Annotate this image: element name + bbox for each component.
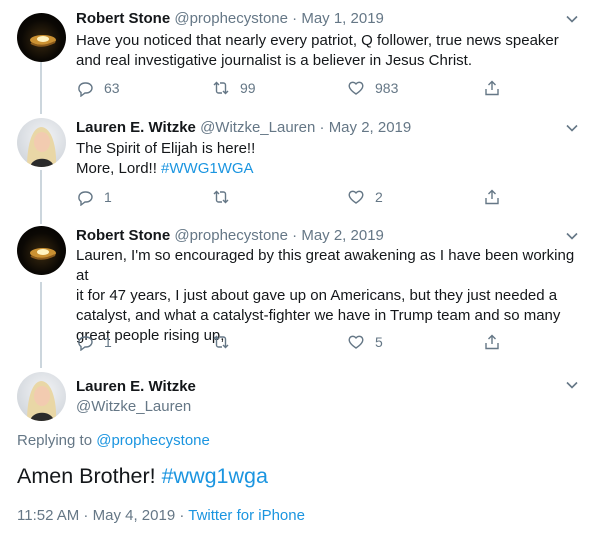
avatar[interactable] [17,118,66,167]
reply-button[interactable]: 63 [76,79,120,97]
replying-to-link[interactable]: @prophecystone [96,432,210,449]
focused-tweet[interactable]: Lauren E. Witzke @Witzke_Lauren Replying… [0,372,601,534]
reply-button[interactable]: 1 [76,333,112,351]
hashtag-link[interactable]: #WWG1WGA [161,160,254,177]
author-name[interactable]: Lauren E. Witzke [76,377,196,397]
retweet-button[interactable] [212,333,240,351]
author-handle[interactable]: @prophecystone [174,10,288,27]
chevron-down-icon[interactable] [565,121,579,135]
tweet-time[interactable]: 11:52 AM [17,507,79,524]
retweet-count: 99 [240,80,256,96]
author-handle[interactable]: @prophecystone [174,227,288,244]
author-name[interactable]: Lauren E. Witzke [76,119,196,136]
heart-icon [348,190,364,204]
like-count: 2 [375,189,383,205]
avatar[interactable] [17,13,66,62]
share-icon [485,189,499,205]
separator: · [292,227,298,244]
tweet-actions: 1 5 [76,333,506,353]
separator: · [79,507,93,524]
tweet-date[interactable]: May 4, 2019 [93,507,176,524]
heart-icon [348,81,364,95]
like-count: 983 [375,80,399,96]
tweet-text-line: Lauren, I'm so encouraged by this great … [76,247,575,284]
share-icon [485,334,499,350]
reply-count: 1 [104,334,112,350]
tweet-date[interactable]: May 1, 2019 [301,10,384,27]
retweet-button[interactable]: 99 [212,79,256,97]
hashtag-link[interactable]: #wwg1wga [162,464,268,488]
avatar[interactable] [17,226,66,275]
reply-button[interactable]: 1 [76,188,112,206]
tweet-text: Amen Brother! #wwg1wga [17,464,268,489]
reply-icon [78,336,93,351]
tweet-date[interactable]: May 2, 2019 [301,227,384,244]
tweet-text-line: More, Lord!! #WWG1WGA [76,159,576,179]
tweet[interactable]: Robert Stone @prophecystone · May 2, 201… [0,226,601,356]
separator: · [319,119,325,136]
heart-icon [348,335,364,349]
reply-icon [78,82,93,97]
text-segment: Amen Brother! [17,464,162,488]
tweet-text-line: it for 47 years, I just about gave up on… [76,287,558,304]
tweet-text: The Spirit of Elijah is here!! More, Lor… [76,139,576,179]
retweet-icon [213,81,229,95]
separator: · [175,507,189,524]
tweet-text-line: The Spirit of Elijah is here!! [76,140,256,157]
tweet[interactable]: Lauren E. Witzke @Witzke_Lauren · May 2,… [0,118,601,218]
author-handle[interactable]: @Witzke_Lauren [200,119,315,136]
avatar[interactable] [17,372,66,421]
tweet-text-line: catalyst, and what a catalyst-fighter we… [76,307,561,324]
tweet-text: Have you noticed that nearly every patri… [76,31,576,71]
chevron-down-icon[interactable] [565,12,579,26]
replying-to: Replying to @prophecystone [17,432,210,449]
chevron-down-icon[interactable] [565,378,579,392]
tweet-header: Lauren E. Witzke @Witzke_Lauren · May 2,… [76,118,411,138]
tweet-actions: 63 99 983 [76,79,506,99]
tweet-header: Lauren E. Witzke @Witzke_Lauren [76,377,196,417]
like-button[interactable]: 2 [347,188,383,206]
like-button[interactable]: 5 [347,333,383,351]
retweet-icon [213,335,229,349]
author-name[interactable]: Robert Stone [76,227,170,244]
tweet-meta: 11:52 AM · May 4, 2019 · Twitter for iPh… [17,507,305,524]
tweet[interactable]: Robert Stone @prophecystone · May 1, 201… [0,9,601,109]
share-button[interactable] [483,333,501,351]
replying-label: Replying to [17,432,97,449]
author-handle[interactable]: @Witzke_Lauren [76,397,196,417]
tweet-text-line: and real investigative journalist is a b… [76,52,473,69]
tweet-header: Robert Stone @prophecystone · May 2, 201… [76,226,384,246]
retweet-button[interactable] [212,188,240,206]
tweet-actions: 1 2 [76,188,506,208]
share-button[interactable] [483,188,501,206]
reply-count: 63 [104,80,120,96]
share-button[interactable] [483,79,501,97]
author-name[interactable]: Robert Stone [76,10,170,27]
conversation-thread: Robert Stone @prophecystone · May 1, 201… [0,0,601,534]
tweet-source-link[interactable]: Twitter for iPhone [188,507,305,524]
text-segment: More, Lord!! [76,160,162,177]
chevron-down-icon[interactable] [565,229,579,243]
share-icon [485,80,499,96]
like-count: 5 [375,334,383,350]
tweet-date[interactable]: May 2, 2019 [329,119,412,136]
tweet-header: Robert Stone @prophecystone · May 1, 201… [76,9,384,29]
tweet-text: Lauren, I'm so encouraged by this great … [76,246,576,346]
reply-icon [78,191,93,206]
like-button[interactable]: 983 [347,79,398,97]
reply-count: 1 [104,189,112,205]
tweet-text-line: Have you noticed that nearly every patri… [76,32,559,49]
separator: · [292,10,298,27]
retweet-icon [213,190,229,204]
